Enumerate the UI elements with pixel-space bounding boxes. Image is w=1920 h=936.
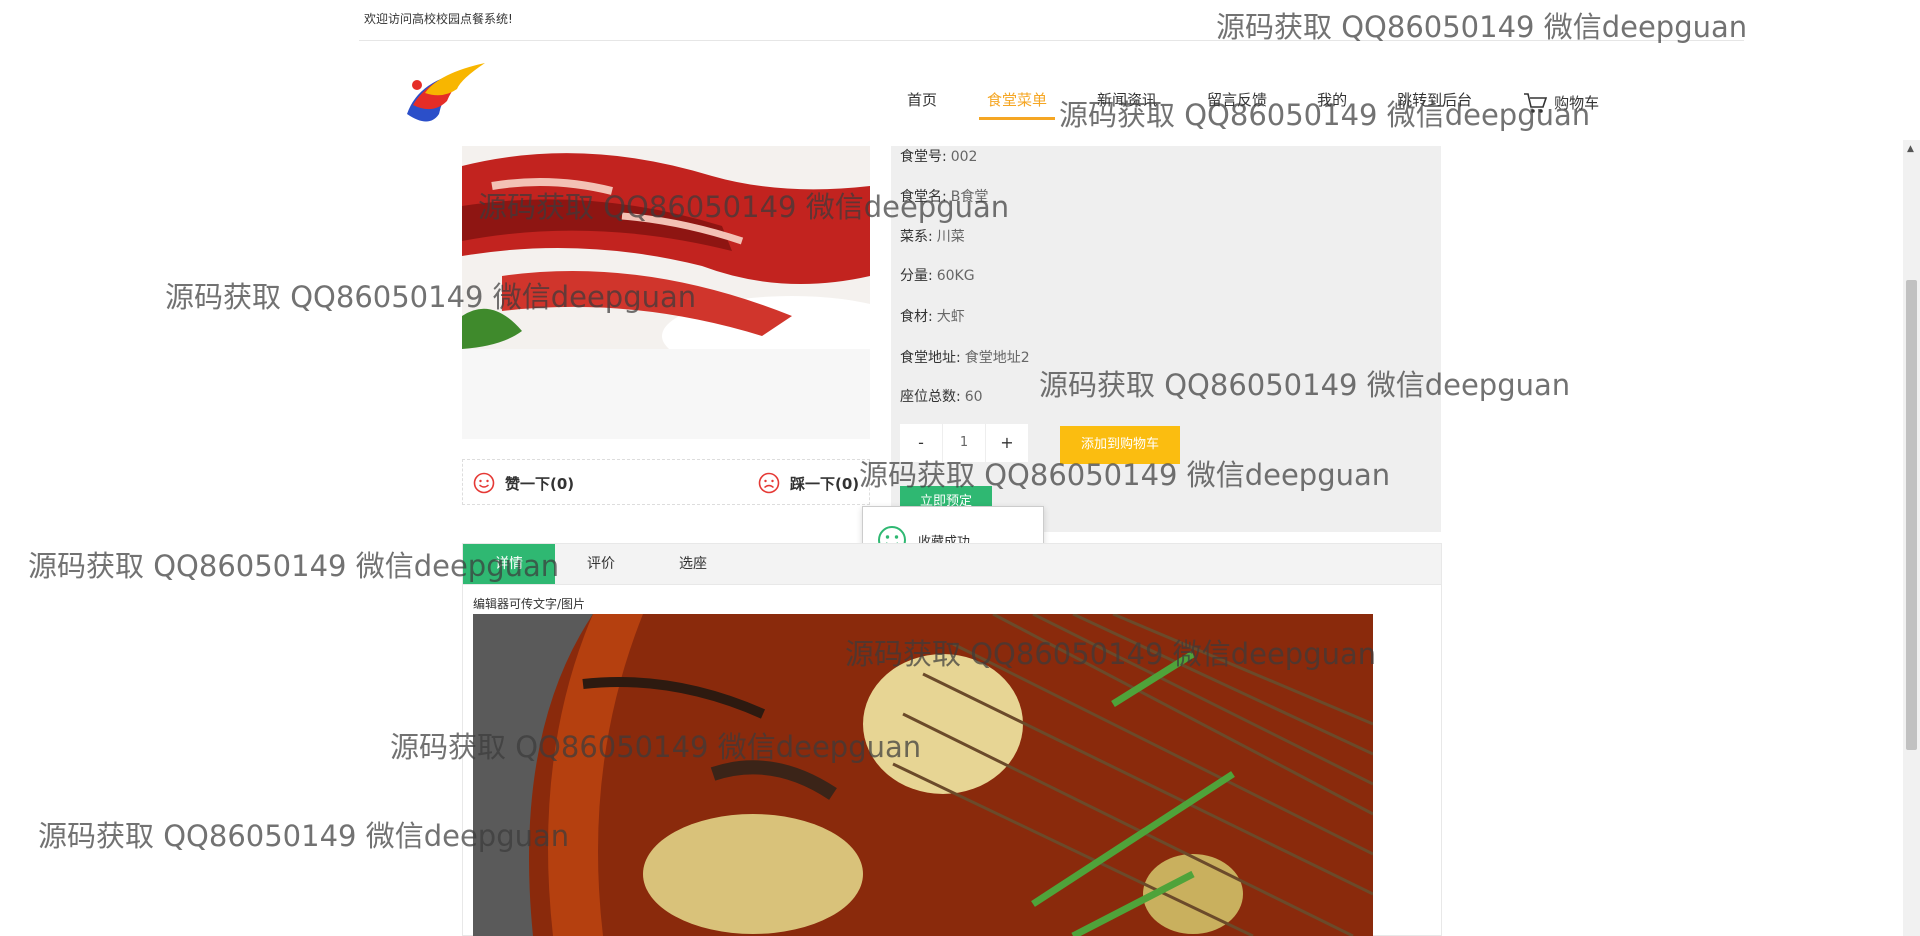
minus-button[interactable]: - bbox=[900, 424, 942, 462]
dislike-label: 踩一下(0) bbox=[790, 474, 860, 493]
tab-reviews[interactable]: 评价 bbox=[555, 544, 647, 584]
product-image bbox=[462, 146, 870, 349]
like-button[interactable]: 赞一下(0) bbox=[473, 472, 574, 494]
top-bar: 欢迎访问高校校园点餐系统! bbox=[359, 0, 1744, 41]
detail-row-address: 食堂地址: 食堂地址2 bbox=[900, 350, 1030, 366]
detail-row-ingredient: 食材: 大虾 bbox=[900, 309, 965, 325]
header: 首页 食堂菜单 新闻资讯 留言反馈 我的 跳转到后台 购物车 bbox=[359, 41, 1744, 141]
quantity-stepper: - 1 + bbox=[900, 424, 1028, 462]
nav-cart[interactable]: 购物车 bbox=[1514, 89, 1607, 117]
content-caption: 编辑器可传文字/图片 bbox=[473, 597, 586, 611]
detail-row-cuisine: 菜系: 川菜 bbox=[900, 229, 965, 245]
add-to-cart-button[interactable]: 添加到购物车 bbox=[1060, 426, 1180, 464]
detail-row-canteen-no: 食堂号: 002 bbox=[900, 149, 978, 165]
detail-row-canteen-name: 食堂名: B食堂 bbox=[900, 189, 989, 205]
nav-news[interactable]: 新闻资讯 bbox=[1089, 89, 1165, 117]
sad-icon bbox=[758, 472, 780, 494]
main-nav: 首页 食堂菜单 新闻资讯 留言反馈 我的 跳转到后台 购物车 bbox=[899, 89, 1641, 120]
nav-admin[interactable]: 跳转到后台 bbox=[1389, 89, 1480, 117]
plus-button[interactable]: + bbox=[986, 424, 1028, 462]
cart-label: 购物车 bbox=[1554, 94, 1600, 112]
detail-tabs: 详情 评价 选座 bbox=[462, 543, 1442, 585]
scroll-up-arrow-icon[interactable]: ▲ bbox=[1907, 144, 1914, 154]
tab-seat-select[interactable]: 选座 bbox=[647, 544, 739, 584]
vote-box: 赞一下(0) 踩一下(0) bbox=[462, 459, 870, 505]
detail-row-portion: 分量: 60KG bbox=[900, 268, 975, 284]
quantity-input[interactable]: 1 bbox=[942, 424, 986, 462]
welcome-text: 欢迎访问高校校园点餐系统! bbox=[364, 12, 513, 26]
like-label: 赞一下(0) bbox=[505, 474, 575, 493]
site-logo[interactable] bbox=[399, 59, 489, 131]
content-image bbox=[473, 614, 1373, 936]
nav-feedback[interactable]: 留言反馈 bbox=[1199, 89, 1275, 117]
image-padding bbox=[462, 349, 870, 439]
nav-mine[interactable]: 我的 bbox=[1309, 89, 1355, 117]
scrollbar-thumb[interactable] bbox=[1906, 280, 1917, 750]
tab-details[interactable]: 详情 bbox=[463, 544, 555, 584]
dislike-button[interactable]: 踩一下(0) bbox=[758, 472, 859, 494]
detail-row-seats: 座位总数: 60 bbox=[900, 389, 983, 405]
cart-icon bbox=[1524, 93, 1548, 113]
details-panel: 食堂号: 002 食堂名: B食堂 菜系: 川菜 分量: 60KG 食材: 大虾 食堂地址… bbox=[891, 146, 1441, 532]
detail-content: 编辑器可传文字/图片 bbox=[462, 585, 1442, 936]
nav-canteen-menu[interactable]: 食堂菜单 bbox=[979, 89, 1056, 120]
nav-home[interactable]: 首页 bbox=[899, 89, 945, 117]
smile-icon bbox=[473, 472, 495, 494]
page-scrollbar[interactable]: ▲ bbox=[1903, 140, 1920, 936]
